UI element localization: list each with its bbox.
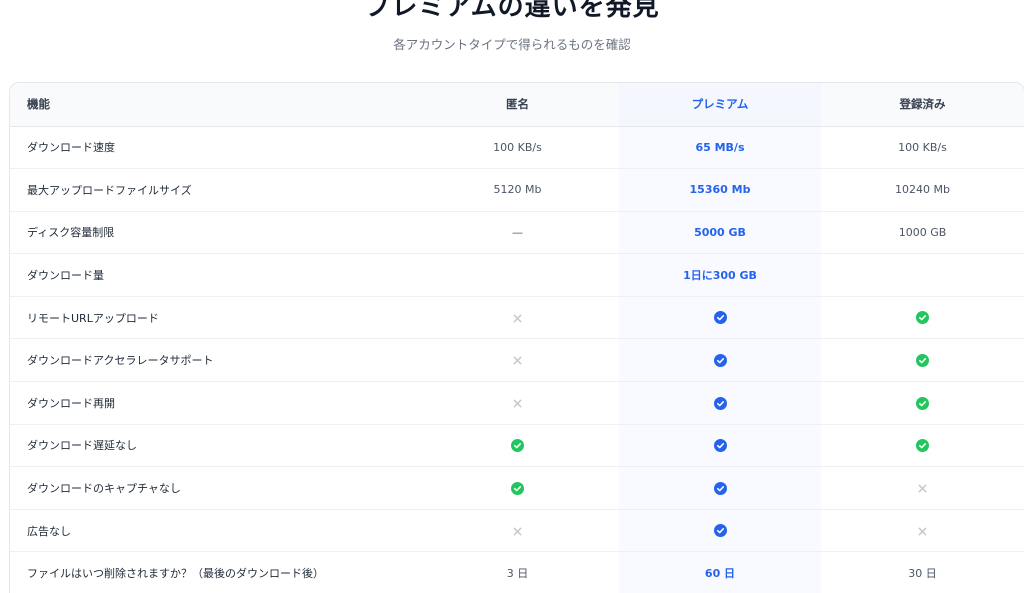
comparison-table: 機能 匿名 プレミアム 登録済み ダウンロード速度 100 KB/s 65 MB/s… <box>10 83 1024 593</box>
check-icon <box>713 396 727 410</box>
column-header-registered: 登録済み <box>821 83 1024 127</box>
column-header-feature: 機能 <box>10 83 416 127</box>
check-icon <box>713 354 727 368</box>
page-subtitle: 各アカウントタイプで得られるものを確認 <box>393 37 631 52</box>
registered-icon-cell <box>821 509 1024 553</box>
check-icon <box>713 481 727 495</box>
feature-name-cell: ダウンロード再開 <box>10 381 416 425</box>
premium-icon-cell <box>619 509 821 553</box>
registered-value-cell: 10240 Mb <box>821 168 1024 212</box>
anonymous-icon-cell <box>416 466 619 510</box>
feature-name-cell: ディスク容量制限 <box>10 211 416 255</box>
registered-icon-cell <box>821 424 1024 468</box>
feature-name-cell: ダウンロード遅延なし <box>10 424 416 468</box>
premium-icon-cell <box>619 381 821 425</box>
table-row: ダウンロード量 1日に300 GB <box>10 253 1024 297</box>
check-icon <box>916 354 929 368</box>
anonymous-icon-cell <box>416 381 619 425</box>
check-icon <box>916 311 929 325</box>
premium-icon-cell <box>619 466 821 510</box>
registered-icon-cell <box>821 296 1024 340</box>
anonymous-icon-cell <box>416 296 619 340</box>
table-row: ダウンロード遅延なし <box>10 424 1024 468</box>
premium-value-cell: 65 MB/s <box>619 126 821 170</box>
check-icon <box>713 311 727 325</box>
cross-icon <box>513 527 522 536</box>
comparison-table-card: 機能 匿名 プレミアム 登録済み ダウンロード速度 100 KB/s 65 MB/s… <box>9 82 1024 593</box>
table-row: ダウンロード再開 <box>10 381 1024 425</box>
check-icon <box>916 439 929 453</box>
feature-name-cell: 広告なし <box>10 509 416 553</box>
table-row: ダウンロードアクセラレータサポート <box>10 338 1024 383</box>
registered-icon-cell <box>821 338 1024 383</box>
check-icon <box>713 524 727 538</box>
feature-name-cell: ダウンロードのキャプチャなし <box>10 466 416 510</box>
page-title: プレミアムの違いを発見 <box>364 0 660 22</box>
check-icon <box>511 481 524 495</box>
table-row: 最大アップロードファイルサイズ 5120 Mb 15360 Mb 10240 Mb <box>10 168 1024 212</box>
cross-icon <box>513 314 522 323</box>
premium-value-cell: 1日に300 GB <box>619 253 821 297</box>
table-row: ダウンロード速度 100 KB/s 65 MB/s 100 KB/s <box>10 126 1024 170</box>
anonymous-icon-cell <box>416 338 619 383</box>
registered-icon-cell <box>821 381 1024 425</box>
feature-name-cell: 最大アップロードファイルサイズ <box>10 168 416 212</box>
feature-name-cell: リモートURLアップロード <box>10 296 416 340</box>
feature-name-cell: ファイルはいつ削除されますか？（最後のダウンロード後） <box>10 551 416 593</box>
table-row: 広告なし <box>10 509 1024 553</box>
table-row: ディスク容量制限 —5000 GB 1000 GB <box>10 211 1024 255</box>
table-body: ダウンロード速度 100 KB/s 65 MB/s 100 KB/s 最大アップロードフ… <box>10 126 1024 593</box>
cross-icon <box>513 356 522 365</box>
anonymous-icon-cell <box>416 424 619 468</box>
premium-icon-cell <box>619 338 821 383</box>
anonymous-value-cell: 3 日 <box>416 551 619 593</box>
anonymous-icon-cell <box>416 509 619 553</box>
table-row: ダウンロードのキャプチャなし <box>10 466 1024 510</box>
registered-icon-cell <box>821 466 1024 510</box>
anonymous-value-cell: — <box>416 211 619 255</box>
table-row: リモートURLアップロード <box>10 296 1024 340</box>
table-header-row: 機能 匿名 プレミアム 登録済み <box>10 83 1024 127</box>
anonymous-value-cell: 100 KB/s <box>416 126 619 170</box>
premium-value-cell: 15360 Mb <box>619 168 821 212</box>
premium-value-cell: 60 日 <box>619 551 821 593</box>
cross-icon <box>918 527 927 536</box>
anonymous-value-cell: 5120 Mb <box>416 168 619 212</box>
premium-icon-cell <box>619 424 821 468</box>
registered-value-cell: 1000 GB <box>821 211 1024 255</box>
anonymous-value-cell <box>416 253 619 297</box>
column-header-premium: プレミアム <box>619 83 821 127</box>
check-icon <box>916 396 929 410</box>
feature-name-cell: ダウンロード量 <box>10 253 416 297</box>
registered-value-cell <box>821 253 1024 297</box>
table-row: ファイルはいつ削除されますか？（最後のダウンロード後） 3 日 60 日 30 日 <box>10 551 1024 593</box>
column-header-anonymous: 匿名 <box>416 83 619 127</box>
check-icon <box>511 439 524 453</box>
registered-value-cell: 100 KB/s <box>821 126 1024 170</box>
feature-name-cell: ダウンロード速度 <box>10 126 416 170</box>
cross-icon <box>918 484 927 493</box>
comparison-page: プレミアムの違いを発見 各アカウントタイプで得られるものを確認 機能 匿名 プレ… <box>0 0 1024 593</box>
cross-icon <box>513 399 522 408</box>
premium-value-cell: 5000 GB <box>619 211 821 255</box>
check-icon <box>713 439 727 453</box>
registered-value-cell: 30 日 <box>821 551 1024 593</box>
premium-icon-cell <box>619 296 821 340</box>
feature-name-cell: ダウンロードアクセラレータサポート <box>10 338 416 383</box>
